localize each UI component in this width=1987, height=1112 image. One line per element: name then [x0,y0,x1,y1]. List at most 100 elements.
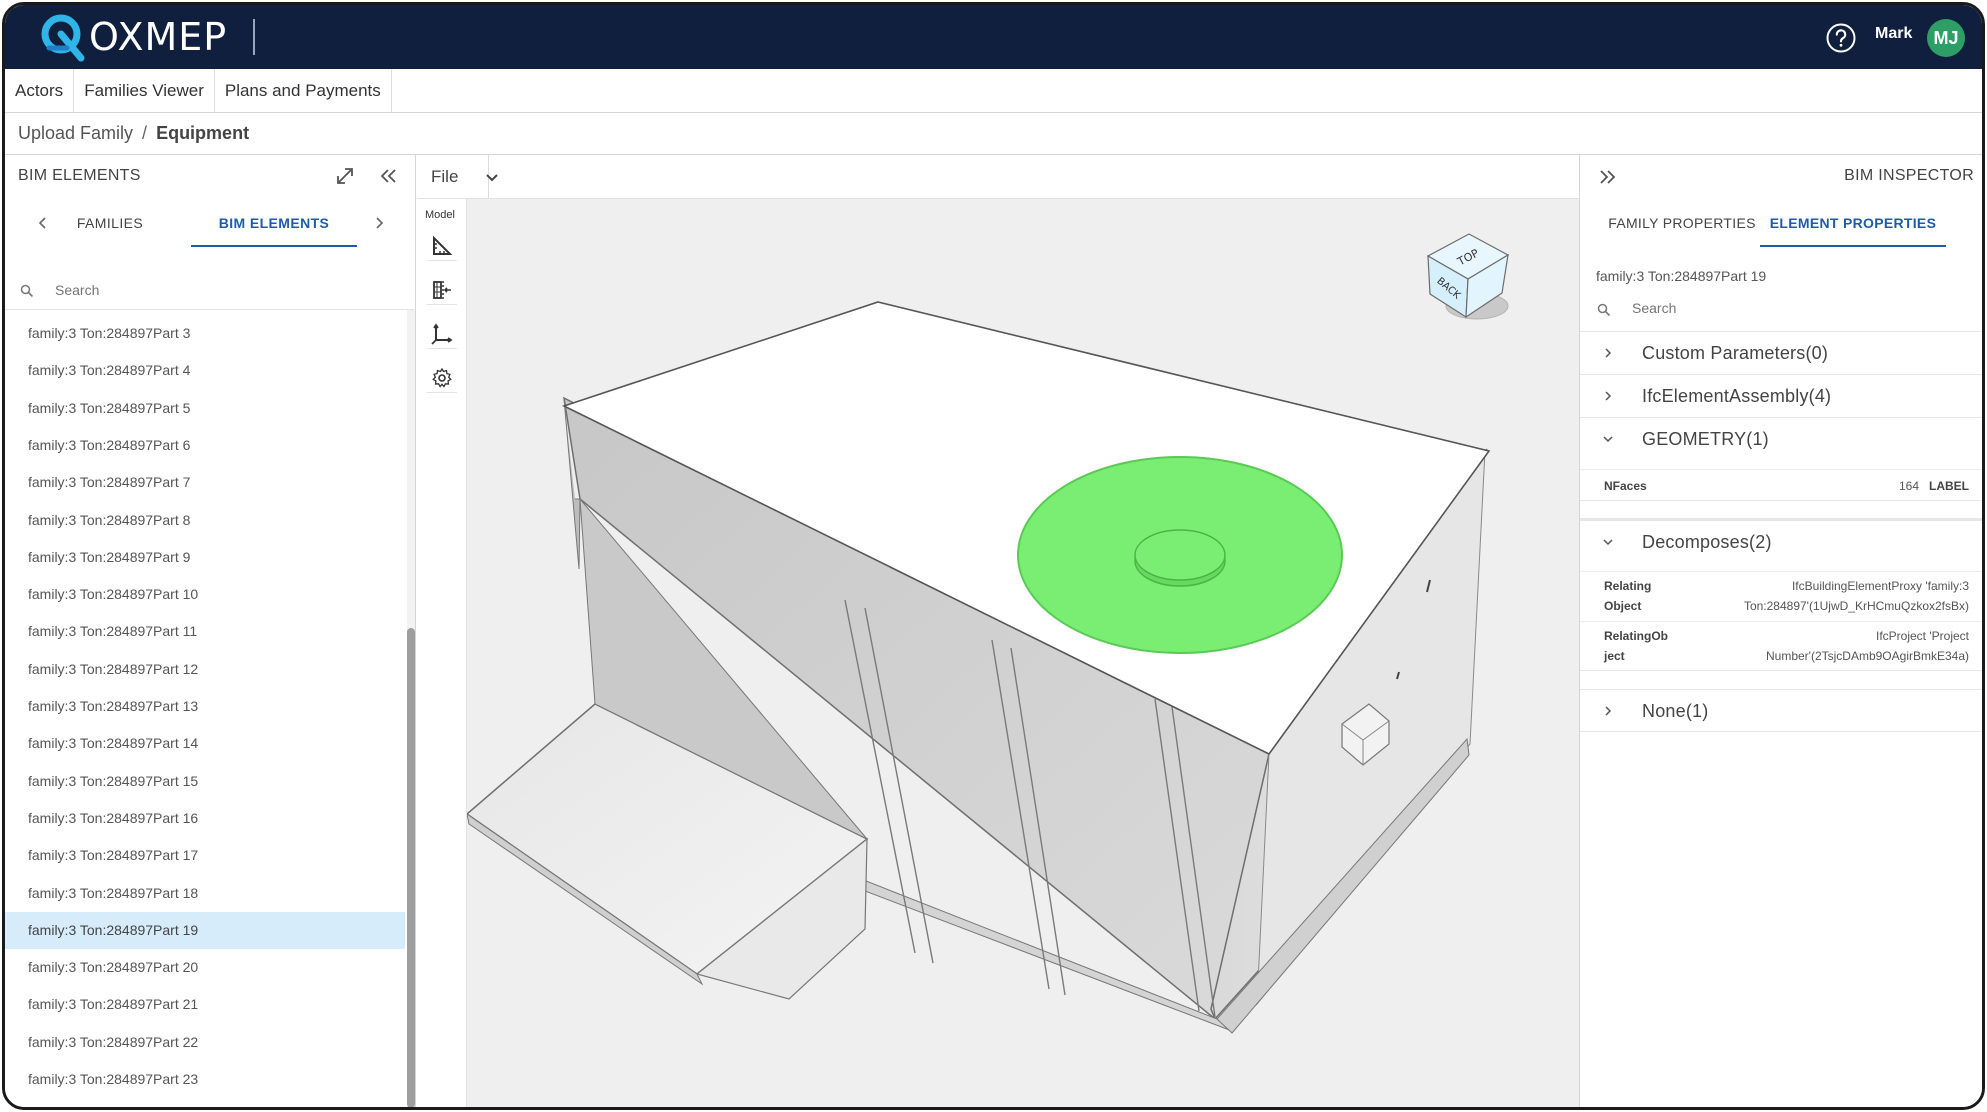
search-icon [1597,303,1611,317]
search-input[interactable] [55,279,395,301]
file-menu-label: File [431,167,459,186]
list-item[interactable]: family:3 Ton:284897Part 4 [5,352,405,389]
property-row-relating-object: Relating Object IfcBuildingElementProxy … [1580,571,1982,621]
property-key: NFaces [1604,479,1647,493]
list-item[interactable]: family:3 Ton:284897Part 13 [5,688,405,725]
expand-icon[interactable] [335,166,355,186]
section-title: None(1) [1642,701,1709,721]
property-key: Object [1604,599,1642,613]
property-value: Ton:284897'(1UjwD_KrHCmuQzkox2fsBx) [1743,599,1969,613]
collapse-left-icon[interactable] [377,165,399,187]
properties-search-bar [1580,289,1982,327]
list-item[interactable]: family:3 Ton:284897Part 6 [5,427,405,464]
property-tag: LABEL [1929,479,1969,493]
tab-element-properties[interactable]: ELEMENT PROPERTIES [1760,199,1946,247]
settings-tool-button[interactable] [427,363,457,393]
tab-family-properties[interactable]: FAMILY PROPERTIES [1602,199,1762,247]
help-icon[interactable] [1825,22,1857,54]
logo[interactable]: OXMEP [37,12,227,62]
chevron-right-icon[interactable] [369,213,389,233]
settings-icon [432,367,452,388]
section-none[interactable]: None(1) [1580,689,1982,732]
list-item[interactable]: family:3 Ton:284897Part 5 [5,390,405,427]
list-item[interactable]: family:3 Ton:284897Part 7 [5,464,405,501]
property-row-nfaces: NFaces 164 LABEL [1580,469,1982,501]
list-item[interactable]: family:3 Ton:284897Part 16 [5,800,405,837]
property-value: IfcProject 'Project [1876,629,1969,643]
list-item[interactable]: family:3 Ton:284897Part 21 [5,986,405,1023]
property-value: Number'(2TsjcDAmb9OAgirBmkE34a) [1765,649,1969,663]
section-title: Custom Parameters(0) [1642,343,1829,363]
header-divider [253,19,255,55]
list-item[interactable]: family:3 Ton:284897Part 11 [5,613,405,650]
breadcrumb: Upload Family / Equipment [5,113,1982,155]
fan-hub [1134,529,1226,581]
property-key: ject [1604,649,1625,663]
list-item[interactable]: family:3 Ton:284897Part 19 [5,911,405,949]
list-item[interactable]: family:3 Ton:284897Part 3 [5,315,405,352]
bim-elements-list: family:3 Ton:284897Part 3 family:3 Ton:28… [5,315,405,1107]
section-title: GEOMETRY(1) [1642,429,1769,449]
list-item[interactable]: family:3 Ton:284897Part 14 [5,725,405,762]
file-menu-button[interactable]: File [431,155,498,199]
list-item[interactable]: family:3 Ton:284897Part 23 [5,1061,405,1098]
measure-icon [433,235,453,255]
list-item[interactable]: family:3 Ton:284897Part 12 [5,651,405,688]
bim-inspector-panel: BIM INSPECTOR FAMILY PROPERTIES ELEMENT … [1579,155,1982,1107]
section-icon [433,280,451,299]
breadcrumb-upload-family[interactable]: Upload Family [18,123,133,144]
chevron-right-icon [1605,706,1612,716]
section-custom-parameters[interactable]: Custom Parameters(0) [1580,331,1982,374]
selected-element-name: family:3 Ton:284897Part 19 [1596,268,1767,284]
list-item[interactable]: family:3 Ton:284897Part 10 [5,576,405,613]
properties-search-input[interactable] [1632,297,1972,319]
chevron-right-icon [1605,348,1612,358]
search-icon [20,284,34,298]
user-name[interactable]: Mark [1875,25,1912,43]
3d-model-canvas[interactable]: TOP BACK [467,199,1579,1110]
section-title: IfcElementAssembly(4) [1642,386,1832,406]
section-geometry[interactable]: GEOMETRY(1) [1580,417,1982,460]
list-item[interactable]: family:3 Ton:284897Part 9 [5,539,405,576]
property-value: IfcBuildingElementProxy 'family:3 [1791,579,1969,593]
list-item[interactable]: family:3 Ton:284897Part 8 [5,502,405,539]
measure-tool-button[interactable] [427,231,457,261]
list-item[interactable]: family:3 Ton:284897Part 18 [5,875,405,912]
model-tools-label: Model [425,209,455,221]
chevron-down-icon [486,174,498,182]
axes-tool-button[interactable] [427,319,457,349]
app-window: OXMEP Mark MJ Actors Families Viewer Pla… [2,2,1985,1110]
list-item[interactable]: family:3 Ton:284897Part 15 [5,763,405,800]
panel-title: BIM ELEMENTS [18,167,141,184]
nav-tab-families-viewer[interactable]: Families Viewer [74,69,215,112]
logo-text: OXMEP [89,15,228,59]
breadcrumb-separator: / [142,123,148,143]
main-nav: Actors Families Viewer Plans and Payment… [5,69,1982,113]
section-decomposes[interactable]: Decomposes(2) [1580,521,1982,564]
list-item[interactable]: family:3 Ton:284897Part 20 [5,949,405,986]
expand-right-icon[interactable] [1596,166,1618,188]
property-value-number: 164 [1898,479,1919,493]
property-value: 164 LABEL [1899,476,1969,496]
breadcrumb-current: Equipment [156,123,250,143]
search-bar [5,270,416,310]
section-tool-button[interactable] [427,275,457,305]
section-ifc-element-assembly[interactable]: IfcElementAssembly(4) [1580,374,1982,417]
tab-bim-elements[interactable]: BIM ELEMENTS [191,199,357,247]
logo-mark-icon [41,14,85,62]
chevron-left-icon[interactable] [33,213,53,233]
viewport-toolbar: File [417,155,1579,199]
nav-tab-plans-and-payments[interactable]: Plans and Payments [215,69,392,112]
property-key: RelatingOb [1604,629,1669,643]
section-title: Decomposes(2) [1642,532,1772,552]
scrollbar-thumb[interactable] [407,628,415,1107]
nav-tab-actors[interactable]: Actors [5,69,75,112]
nav-cube[interactable]: TOP BACK [1426,233,1510,320]
top-header: OXMEP Mark MJ [5,5,1982,69]
list-item[interactable]: family:3 Ton:284897Part 22 [5,1024,405,1061]
avatar[interactable]: MJ [1927,19,1965,57]
model-viewport: File Model TOP BACK [417,155,1579,1110]
tab-families[interactable]: FAMILIES [65,199,155,247]
list-item[interactable]: family:3 Ton:284897Part 17 [5,837,405,874]
model-tools: Model [417,199,467,1107]
